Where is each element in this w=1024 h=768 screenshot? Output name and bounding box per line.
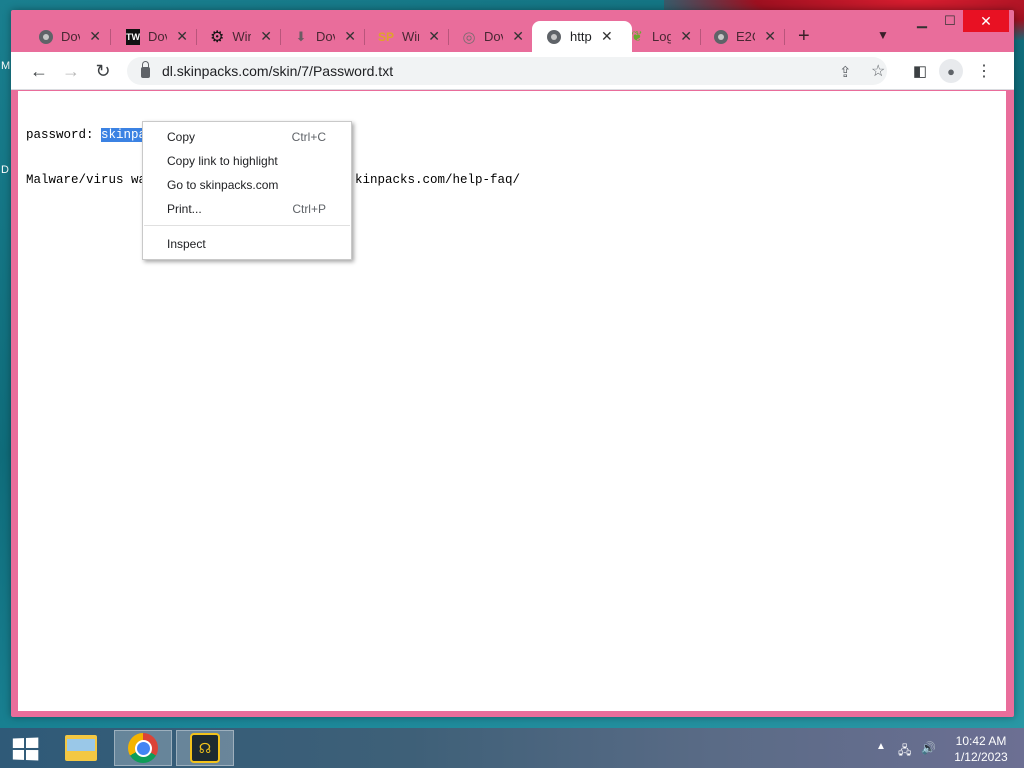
system-clock[interactable]: 10:42 AM 1/12/2023 bbox=[948, 733, 1014, 765]
menu-item-shortcut: Ctrl+C bbox=[291, 130, 326, 144]
profile-avatar-icon[interactable]: ● bbox=[939, 59, 963, 83]
close-icon[interactable]: ✕ bbox=[176, 28, 188, 45]
leaf-icon: ❦ bbox=[631, 28, 643, 44]
tw-logo-icon: TW bbox=[126, 28, 140, 45]
menu-separator bbox=[144, 225, 350, 226]
menu-item-label: Print... bbox=[167, 202, 202, 216]
tab-6[interactable]: ◎ Dov ✕ bbox=[448, 21, 532, 52]
address-bar[interactable]: dl.skinpacks.com/skin/7/Password.txt ⇪ ☆ bbox=[127, 57, 887, 85]
context-menu-inspect[interactable]: Inspect bbox=[143, 233, 351, 255]
close-icon[interactable]: ✕ bbox=[89, 28, 101, 45]
globe-icon bbox=[714, 29, 728, 45]
tab-2[interactable]: TW Dov ✕ bbox=[112, 21, 196, 52]
back-icon[interactable]: ← bbox=[28, 60, 50, 82]
close-icon[interactable]: ✕ bbox=[512, 28, 524, 45]
close-icon[interactable]: ✕ bbox=[344, 28, 356, 45]
close-icon[interactable]: ✕ bbox=[764, 28, 776, 45]
side-panel-icon[interactable]: ◧ bbox=[909, 60, 931, 82]
tab-label: Dov bbox=[148, 29, 167, 44]
forward-icon[interactable]: → bbox=[60, 60, 82, 82]
tab-4[interactable]: ⬇ Dov ✕ bbox=[280, 21, 364, 52]
tab-9[interactable]: E2C ✕ bbox=[700, 21, 784, 52]
tab-divider bbox=[110, 29, 111, 45]
tab-label: Wir bbox=[232, 29, 252, 44]
taskbar: ☊ ▲ 🖧 🔊 10:42 AM 1/12/2023 bbox=[0, 728, 1024, 768]
menu-item-label: Inspect bbox=[167, 237, 206, 251]
tab-label: Dov bbox=[316, 29, 335, 44]
tab-label: Dov bbox=[484, 29, 503, 44]
tab-divider bbox=[784, 29, 785, 45]
chevron-down-icon[interactable]: ▼ bbox=[877, 28, 889, 42]
browser-window: Dov ✕ TW Dov ✕ ⚙ Wir ✕ ⬇ Dov ✕ SP Wir ✕ bbox=[11, 10, 1014, 717]
chrome-taskbar-button[interactable] bbox=[114, 730, 172, 766]
malware-notice-line: Malware/virus wa bbox=[26, 173, 146, 187]
malware-notice-left: Malware/virus wa bbox=[26, 173, 147, 187]
desktop-icon-label[interactable]: M bbox=[1, 60, 10, 72]
menu-item-label: Copy link to highlight bbox=[167, 154, 278, 168]
help-faq-link[interactable]: kinpacks.com/help-faq/ bbox=[355, 173, 520, 187]
browser-toolbar: ← → ↻ dl.skinpacks.com/skin/7/Password.t… bbox=[11, 52, 1014, 90]
tab-1[interactable]: Dov ✕ bbox=[25, 21, 109, 52]
download-icon: ⬇ bbox=[295, 28, 307, 44]
close-window-button[interactable]: ✕ bbox=[963, 10, 1009, 32]
headphones-app-icon: ☊ bbox=[190, 733, 220, 763]
tab-8[interactable]: ❦ Log ✕ bbox=[616, 21, 700, 52]
lock-icon[interactable] bbox=[141, 61, 150, 78]
close-icon[interactable]: ✕ bbox=[428, 28, 440, 45]
clock-time: 10:42 AM bbox=[955, 734, 1007, 748]
volume-icon[interactable]: 🔊 bbox=[921, 741, 936, 755]
globe-icon bbox=[546, 29, 562, 45]
new-tab-button[interactable]: + bbox=[798, 25, 810, 48]
tab-3[interactable]: ⚙ Wir ✕ bbox=[196, 21, 280, 52]
tab-5[interactable]: SP Wir ✕ bbox=[364, 21, 448, 52]
start-button-windows-icon[interactable] bbox=[12, 737, 39, 761]
reload-icon[interactable]: ↻ bbox=[92, 60, 114, 82]
swirl-icon: ◎ bbox=[462, 28, 476, 46]
clock-date: 1/12/2023 bbox=[954, 750, 1008, 764]
menu-item-label: Copy bbox=[167, 130, 196, 144]
tab-label: Log bbox=[652, 29, 672, 44]
context-menu-print[interactable]: Print... Ctrl+P bbox=[143, 198, 351, 220]
context-menu: Copy Ctrl+C Copy link to highlight Go to… bbox=[142, 121, 352, 260]
file-explorer-button[interactable] bbox=[52, 730, 110, 766]
gear-icon: ⚙ bbox=[210, 28, 225, 46]
close-icon[interactable]: ✕ bbox=[260, 28, 272, 45]
bookmark-star-icon[interactable]: ☆ bbox=[871, 61, 885, 81]
close-icon[interactable]: ✕ bbox=[601, 28, 613, 45]
more-menu-icon[interactable]: ⋮ bbox=[973, 60, 995, 82]
menu-item-shortcut: Ctrl+P bbox=[292, 202, 326, 216]
globe-icon bbox=[39, 29, 53, 45]
chrome-icon bbox=[128, 733, 158, 763]
tab-label: Wir bbox=[402, 29, 419, 44]
tab-strip: Dov ✕ TW Dov ✕ ⚙ Wir ✕ ⬇ Dov ✕ SP Wir ✕ bbox=[11, 10, 1014, 52]
desktop-icon-label[interactable]: D bbox=[1, 164, 9, 176]
url-text[interactable]: dl.skinpacks.com/skin/7/Password.txt bbox=[162, 63, 393, 79]
context-menu-copy-link-to-highlight[interactable]: Copy link to highlight bbox=[143, 150, 351, 172]
app-taskbar-button[interactable]: ☊ bbox=[176, 730, 234, 766]
folder-icon bbox=[65, 735, 97, 761]
tab-label: E2C bbox=[736, 29, 755, 44]
menu-item-label: Go to skinpacks.com bbox=[167, 178, 279, 192]
network-icon[interactable]: 🖧 bbox=[898, 741, 911, 762]
show-hidden-icons-chevron-icon[interactable]: ▲ bbox=[876, 741, 886, 752]
context-menu-go-to-site[interactable]: Go to skinpacks.com bbox=[143, 174, 351, 196]
share-icon[interactable]: ⇪ bbox=[839, 63, 852, 81]
context-menu-copy[interactable]: Copy Ctrl+C bbox=[143, 126, 351, 148]
tab-label: http bbox=[570, 29, 592, 44]
sp-logo-icon: SP bbox=[378, 29, 395, 44]
password-label: password: bbox=[26, 128, 102, 142]
tab-label: Dov bbox=[61, 29, 80, 44]
close-icon[interactable]: ✕ bbox=[680, 28, 692, 45]
